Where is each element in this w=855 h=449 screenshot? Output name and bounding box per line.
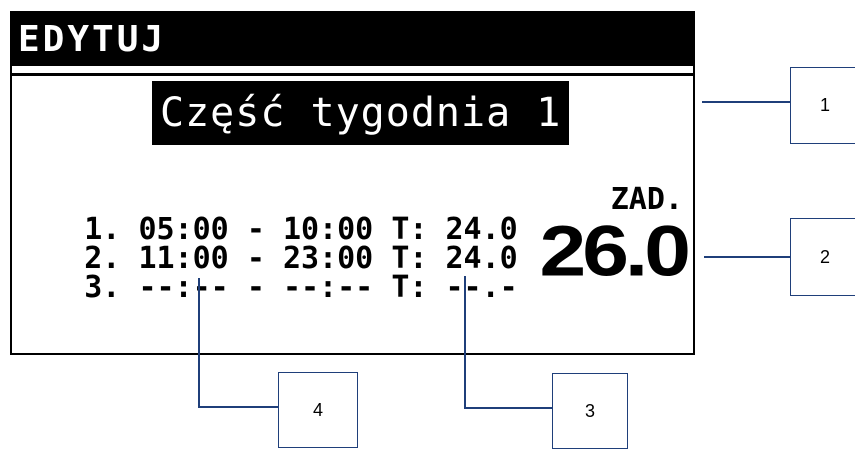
callout-1: 1 [790,67,855,144]
leader-line-4-vertical [198,278,200,408]
header-divider [12,73,693,76]
header-title: EDYTUJ [12,13,693,66]
leader-line-4-horizontal [198,406,278,408]
period-row-3: 3. --:-- - --:-- T: --.- [84,270,518,305]
week-part-title: Część tygodnia 1 [152,81,570,145]
callout-4: 4 [278,372,358,448]
leader-line-3-vertical [464,276,466,409]
callout-3: 3 [552,373,628,449]
leader-line-2 [704,256,790,258]
leader-line-3-horizontal [464,407,552,409]
callout-2: 2 [790,218,855,296]
leader-line-1 [702,101,790,103]
setpoint-value: 26.0 [539,210,691,291]
next-arrow-icon [558,99,569,117]
lcd-screen: EDYTUJ Część tygodnia 1 1. 05:00 - 10:00… [10,11,695,355]
